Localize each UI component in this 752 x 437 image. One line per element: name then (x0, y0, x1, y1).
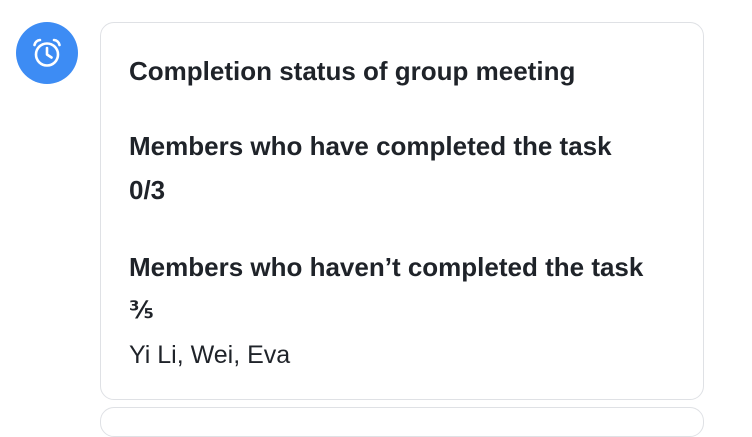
bot-avatar[interactable] (16, 22, 78, 84)
completed-members-label: Members who have completed the task (129, 131, 612, 161)
card-title: Completion status of group meeting (129, 56, 576, 86)
completed-members-count: 0/3 (129, 175, 166, 205)
pending-members-count: ⅗ (129, 297, 154, 324)
pending-members-names: Yi Li, Wei, Eva (129, 341, 291, 369)
alarm-clock-icon (33, 38, 61, 67)
status-card: Completion status of group meeting Membe… (100, 22, 704, 400)
pending-members-label: Members who haven’t completed the task (129, 252, 644, 282)
